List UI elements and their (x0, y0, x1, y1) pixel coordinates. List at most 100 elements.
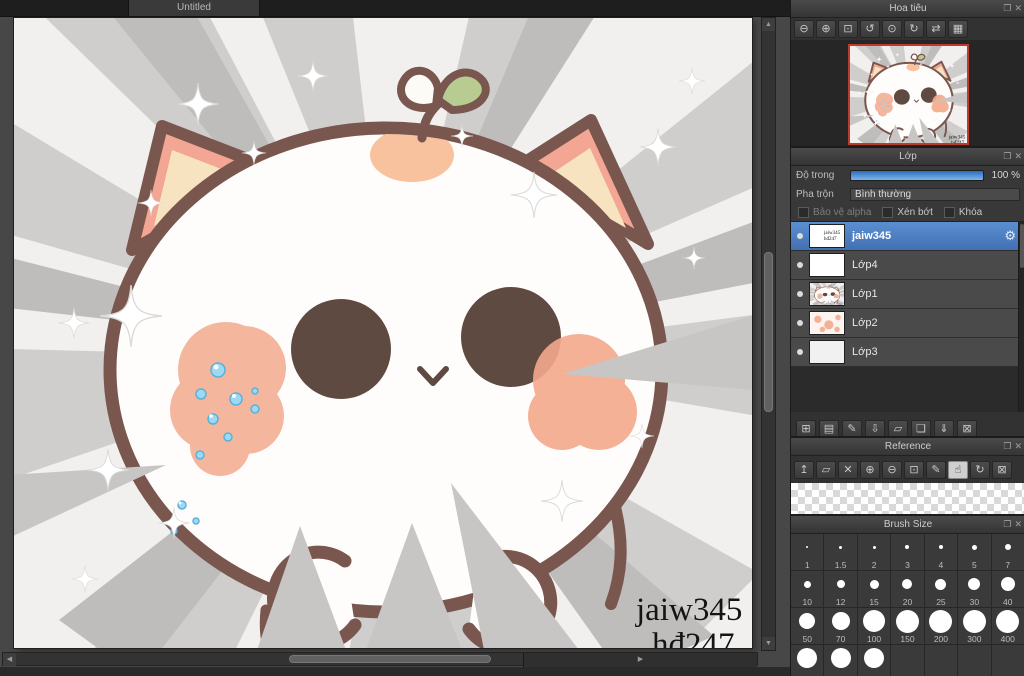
document-tab[interactable]: Untitled (128, 0, 260, 16)
brush-size-cell[interactable]: 1.5 (824, 534, 858, 571)
zoom-in-button[interactable]: ⊕ (860, 460, 880, 479)
brush-size-cell[interactable] (824, 645, 858, 676)
close-panel-icon[interactable]: ✕ (1014, 519, 1022, 530)
horizontal-scrollbar[interactable]: ◀ ▶ (2, 652, 758, 676)
brush-size-cell[interactable]: 30 (958, 571, 992, 608)
flip-horizontal-button[interactable]: ⇄ (926, 20, 946, 38)
close-panel-icon[interactable]: ✕ (1014, 441, 1022, 452)
layer-list-scroll-thumb[interactable] (1020, 224, 1024, 268)
drawing-canvas[interactable] (14, 18, 752, 648)
new-folder-button[interactable]: ▤ (819, 420, 839, 436)
float-panel-icon[interactable]: ❐ (1003, 3, 1011, 14)
brush-size-cell[interactable]: 5 (958, 534, 992, 571)
reference-empty-view[interactable] (791, 483, 1024, 514)
hand-tool-button[interactable]: ☝ (948, 460, 968, 479)
delete-layer-button[interactable]: ⊠ (957, 420, 977, 436)
reset-rotation-button[interactable]: ⊙ (882, 20, 902, 38)
brush-size-cell[interactable]: 20 (891, 571, 925, 608)
vertical-scroll-thumb[interactable] (764, 252, 773, 412)
merge-down-button[interactable]: ⇓ (934, 420, 954, 436)
layers-panel: Lớp ❐ ✕ Độ trong 100 % Pha trộn Bình thư… (791, 148, 1024, 438)
edit-layer-button[interactable]: ✎ (842, 420, 862, 436)
fullscreen-button[interactable]: ▦ (948, 20, 968, 38)
layer-visibility-dot[interactable] (797, 262, 803, 268)
new-layer-button[interactable]: ⊞ (796, 420, 816, 436)
opacity-slider[interactable] (850, 170, 984, 181)
brush-size-cell[interactable]: 70 (824, 608, 858, 645)
layer-row[interactable]: Lớp2 (791, 309, 1024, 338)
layer-visibility-dot[interactable] (797, 320, 803, 326)
layer-option-khóa[interactable]: Khóa (943, 206, 982, 218)
layer-row[interactable]: Lớp3 (791, 338, 1024, 367)
blend-mode-select[interactable]: Bình thường (850, 187, 1020, 201)
float-panel-icon[interactable]: ❐ (1003, 441, 1011, 452)
brush-size-cell[interactable]: 15 (857, 571, 892, 608)
scroll-left-button[interactable]: ◀ (3, 653, 16, 666)
duplicate-layer-button[interactable]: ❏ (911, 420, 931, 436)
checkbox-label: Bảo vệ alpha (813, 206, 872, 218)
brush-size-cell[interactable]: 200 (924, 608, 959, 645)
layer-settings-gear-icon[interactable]: ⚙ (1004, 228, 1016, 244)
brush-size-cell[interactable]: 3 (891, 534, 925, 571)
fit-view-button[interactable]: ⊡ (904, 460, 924, 479)
brush-size-cell[interactable] (857, 645, 892, 676)
rotate-view-button[interactable]: ↻ (970, 460, 990, 479)
brush-size-panel-header[interactable]: Brush Size ❐ ✕ (791, 516, 1024, 534)
zoom-in-icon: ⊕ (821, 23, 831, 35)
checkbox[interactable] (943, 206, 955, 218)
brush-size-cell[interactable]: 300 (958, 608, 992, 645)
brush-size-label: 25 (936, 597, 946, 607)
close-panel-icon[interactable]: ✕ (1014, 3, 1022, 14)
layer-list-scrollbar[interactable] (1018, 222, 1024, 412)
import-reference-button[interactable]: ↥ (794, 460, 814, 479)
layer-option-bảo-vệ-alpha[interactable]: Bảo vệ alpha (798, 206, 872, 218)
brush-size-cell[interactable]: 7 (991, 534, 1024, 571)
eyedropper-button[interactable]: ✎ (926, 460, 946, 479)
reference-panel-header[interactable]: Reference ❐ ✕ (791, 438, 1024, 456)
layer-visibility-dot[interactable] (797, 233, 803, 239)
delete-layer-icon: ⊠ (962, 423, 972, 435)
import-layer-button[interactable]: ⇩ (865, 420, 885, 436)
rotate-left-button[interactable]: ↺ (860, 20, 880, 38)
brush-size-cell[interactable] (791, 645, 825, 676)
brush-size-cell[interactable]: 25 (924, 571, 959, 608)
close-panel-icon[interactable]: ✕ (1014, 151, 1022, 162)
horizontal-scroll-thumb[interactable] (289, 655, 491, 663)
brush-size-cell[interactable]: 12 (824, 571, 858, 608)
scroll-down-button[interactable]: ▼ (762, 637, 775, 650)
float-panel-icon[interactable]: ❐ (1003, 519, 1011, 530)
layers-panel-header[interactable]: Lớp ❐ ✕ (791, 148, 1024, 166)
checkbox[interactable] (798, 206, 809, 218)
clear-reference-button[interactable]: ✕ (838, 460, 858, 479)
brush-size-cell[interactable]: 40 (991, 571, 1024, 608)
fit-window-button[interactable]: ⊡ (838, 20, 858, 38)
brush-size-panel: Brush Size ❐ ✕ 1 1.5 2 3 4 5 7 10 12 15 20 25 30 40 50… (791, 516, 1024, 676)
brush-size-cell[interactable]: 4 (924, 534, 959, 571)
layer-visibility-dot[interactable] (797, 291, 803, 297)
rotate-right-button[interactable]: ↻ (904, 20, 924, 38)
brush-size-cell[interactable]: 10 (791, 571, 825, 608)
navigator-thumbnail[interactable] (847, 44, 969, 145)
brush-size-cell[interactable]: 400 (991, 608, 1024, 645)
open-folder-button[interactable]: ▱ (816, 460, 836, 479)
crop-button[interactable]: ⊠ (992, 460, 1012, 479)
layer-visibility-dot[interactable] (797, 349, 803, 355)
brush-size-cell[interactable]: 1 (791, 534, 825, 571)
zoom-out-button[interactable]: ⊖ (794, 20, 814, 38)
brush-size-cell[interactable]: 50 (791, 608, 825, 645)
folder-button[interactable]: ▱ (888, 420, 908, 436)
vertical-scrollbar[interactable]: ▲ ▼ (761, 17, 776, 651)
layer-row[interactable]: Lớp4 (791, 251, 1024, 280)
zoom-out-button[interactable]: ⊖ (882, 460, 902, 479)
layer-row[interactable]: jaiw345 hđ247 jaiw345 ⚙ (791, 222, 1024, 251)
checkbox[interactable] (882, 206, 894, 218)
brush-size-cell[interactable]: 150 (891, 608, 925, 645)
brush-size-cell[interactable]: 100 (857, 608, 892, 645)
scroll-up-button[interactable]: ▲ (762, 18, 775, 31)
navigator-panel-header[interactable]: Hoa tiêu ❐ ✕ (791, 0, 1024, 18)
layer-option-xén-bớt[interactable]: Xén bớt (882, 206, 933, 218)
layer-row[interactable]: Lớp1 (791, 280, 1024, 309)
zoom-in-button[interactable]: ⊕ (816, 20, 836, 38)
float-panel-icon[interactable]: ❐ (1003, 151, 1011, 162)
brush-size-cell[interactable]: 2 (857, 534, 892, 571)
